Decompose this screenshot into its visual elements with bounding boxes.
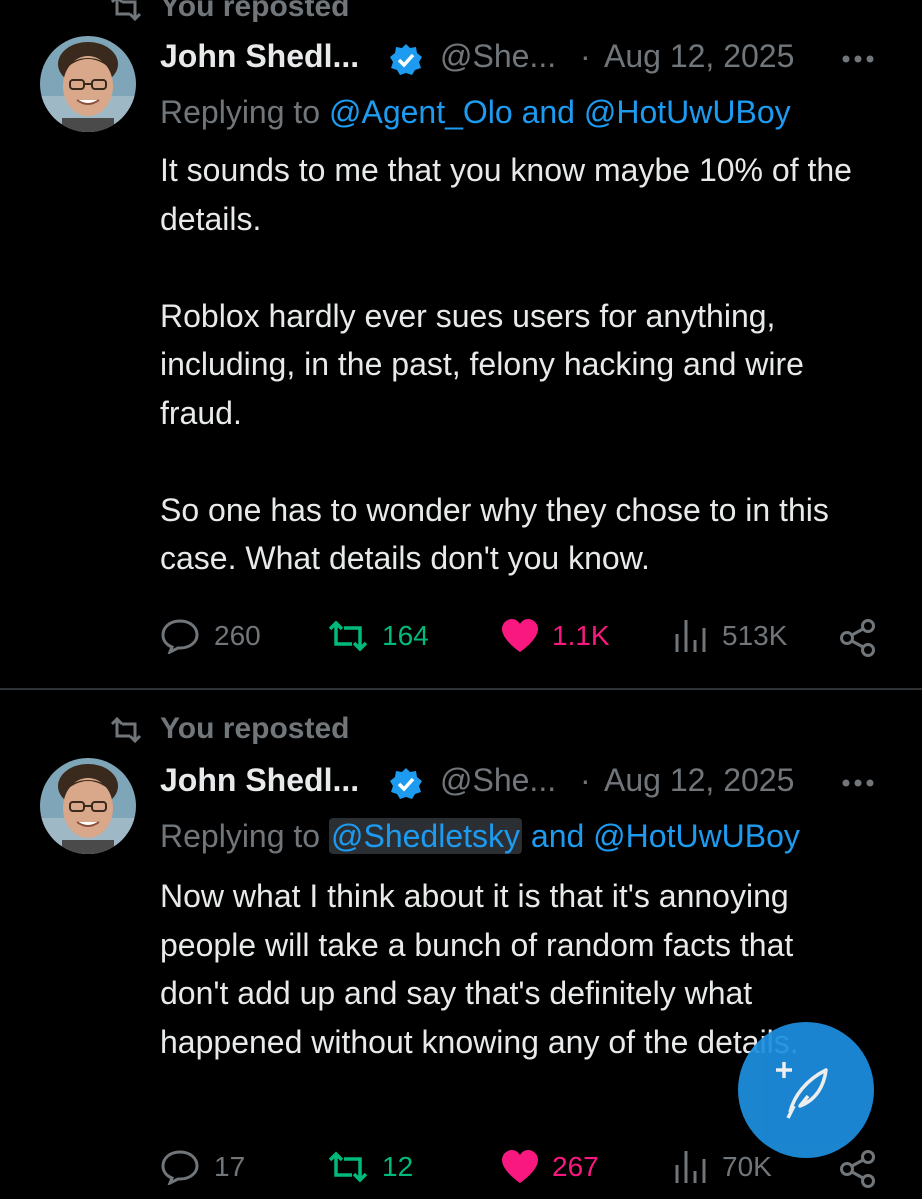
like-button[interactable]: 1.1K [500, 614, 620, 658]
like-count: 1.1K [552, 620, 610, 651]
replying-and: and [522, 818, 594, 854]
tweet-actions: 17 12 267 70K [160, 1145, 880, 1189]
heart-icon [502, 619, 538, 652]
mention-link[interactable]: @HotUwUBoy [593, 818, 800, 854]
replying-and: and [512, 94, 584, 130]
like-count: 267 [552, 1151, 599, 1182]
compose-button[interactable] [738, 1022, 874, 1158]
repost-indicator: You reposted [0, 0, 922, 28]
repost-button[interactable]: 164 [326, 614, 446, 658]
tweet-paragraph: Roblox hardly ever sues users for anythi… [160, 297, 804, 431]
tweet-header: John Shedl... @She... · Aug 12, 2025 [160, 38, 882, 82]
reply-count: 17 [214, 1151, 246, 1182]
repost-button[interactable]: 12 [326, 1145, 446, 1189]
reply-button[interactable]: 17 [160, 1145, 280, 1189]
repost-indicator: You reposted [0, 710, 922, 750]
share-icon [840, 1150, 875, 1188]
share-button[interactable] [838, 1145, 880, 1189]
replying-to: Replying to @Agent_Olo and @HotUwUBoy [160, 94, 791, 131]
mention-link[interactable]: @HotUwUBoy [584, 94, 791, 130]
tweet-paragraph: So one has to wonder why they chose to i… [160, 491, 829, 577]
tweet-body: Now what I think about it is that it's a… [160, 872, 800, 1066]
more-options-icon[interactable] [840, 52, 880, 64]
tweet-paragraph: It sounds to me that you know maybe 10% … [160, 152, 852, 237]
reply-count: 260 [214, 620, 261, 651]
repost-small-icon [108, 0, 144, 22]
heart-icon [502, 1150, 538, 1183]
more-options-icon[interactable] [840, 776, 880, 788]
views-icon [675, 620, 706, 652]
author-handle[interactable]: @She... [440, 762, 556, 799]
author-name[interactable]: John Shedl... [160, 762, 359, 799]
repost-icon [328, 1151, 368, 1183]
compose-feather-icon [776, 1062, 828, 1119]
tweet[interactable]: You reposted John Shedl... @She... · Aug… [0, 0, 922, 690]
like-button[interactable]: 267 [500, 1145, 620, 1189]
views-button[interactable]: 513K [672, 614, 802, 658]
repost-label: You reposted [160, 0, 350, 23]
repost-count: 164 [382, 620, 429, 651]
author-handle[interactable]: @She... [440, 38, 556, 75]
mention-link[interactable]: @Agent_Olo [329, 94, 513, 130]
repost-small-icon [108, 716, 144, 744]
tweet-date[interactable]: Aug 12, 2025 [604, 38, 794, 75]
reply-button[interactable]: 260 [160, 614, 280, 658]
separator-dot: · [580, 38, 591, 74]
share-icon [840, 619, 875, 657]
views-count: 513K [722, 620, 788, 651]
repost-count: 12 [382, 1151, 414, 1182]
views-count: 70K [722, 1151, 772, 1182]
avatar[interactable] [40, 758, 136, 854]
tweet-header: John Shedl... @She... · Aug 12, 2025 [160, 762, 882, 806]
share-button[interactable] [838, 614, 880, 658]
views-icon [675, 1151, 706, 1183]
avatar[interactable] [40, 36, 136, 132]
reply-icon [161, 1150, 199, 1185]
tweet-date[interactable]: Aug 12, 2025 [604, 762, 794, 799]
author-name[interactable]: John Shedl... [160, 38, 359, 75]
reply-icon [161, 619, 199, 654]
tweet-actions: 260 164 1.1K 513K [160, 614, 880, 658]
mention-link[interactable]: @Shedletsky [328, 818, 522, 854]
verified-badge-icon [388, 42, 424, 78]
separator-dot: · [580, 762, 591, 798]
tweet-paragraph: Now what I think about it is that it's a… [160, 878, 799, 1060]
verified-badge-icon [388, 766, 424, 802]
replying-prefix: Replying to [160, 818, 329, 854]
repost-label: You reposted [160, 712, 350, 745]
tweet-body: It sounds to me that you know maybe 10% … [160, 146, 880, 583]
replying-to: Replying to @Shedletsky and @HotUwUBoy [160, 818, 800, 855]
repost-icon [328, 620, 368, 652]
replying-prefix: Replying to [160, 94, 329, 130]
